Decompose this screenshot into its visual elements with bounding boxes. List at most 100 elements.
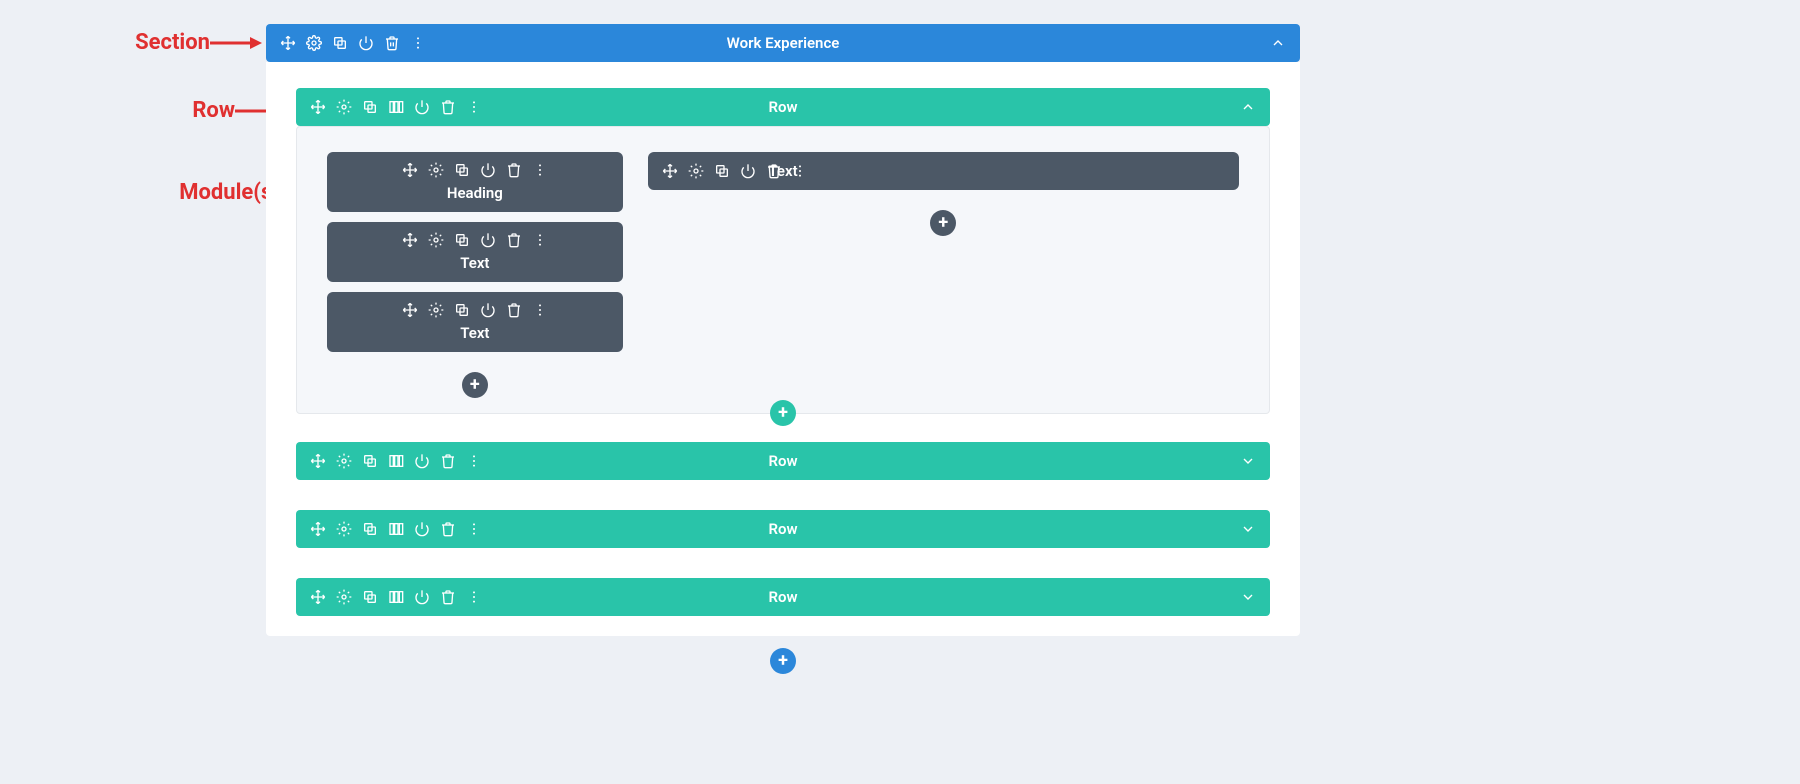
- power-icon[interactable]: [480, 302, 496, 318]
- chevron-down-icon[interactable]: [1240, 521, 1256, 537]
- move-icon[interactable]: [310, 453, 326, 469]
- add-section-button[interactable]: +: [770, 648, 796, 674]
- gear-icon[interactable]: [688, 163, 704, 179]
- more-icon[interactable]: [532, 232, 548, 248]
- module-text[interactable]: Text: [327, 222, 623, 282]
- power-icon[interactable]: [480, 162, 496, 178]
- power-icon[interactable]: [414, 453, 430, 469]
- duplicate-icon[interactable]: [454, 302, 470, 318]
- plus-icon: +: [778, 404, 788, 422]
- move-icon[interactable]: [402, 232, 418, 248]
- duplicate-icon[interactable]: [454, 162, 470, 178]
- module-text[interactable]: Text: [327, 292, 623, 352]
- section-toolbar: [280, 35, 426, 51]
- move-icon[interactable]: [310, 589, 326, 605]
- trash-icon[interactable]: [384, 35, 400, 51]
- row-title: Row: [768, 520, 797, 538]
- more-icon[interactable]: [532, 302, 548, 318]
- row-toolbar: [310, 521, 482, 537]
- annotation-modules: Module(s): [100, 180, 280, 205]
- add-row-wrap: +: [296, 400, 1270, 426]
- move-icon[interactable]: [280, 35, 296, 51]
- row-header[interactable]: Row: [296, 88, 1270, 126]
- section-header[interactable]: Work Experience: [266, 24, 1300, 62]
- annotation-row: Row: [100, 98, 235, 123]
- duplicate-icon[interactable]: [362, 453, 378, 469]
- duplicate-icon[interactable]: [454, 232, 470, 248]
- power-icon[interactable]: [414, 99, 430, 115]
- module-toolbar: [402, 232, 548, 248]
- gear-icon[interactable]: [336, 99, 352, 115]
- move-icon[interactable]: [310, 99, 326, 115]
- duplicate-icon[interactable]: [362, 589, 378, 605]
- gear-icon[interactable]: [428, 232, 444, 248]
- module-heading[interactable]: Heading: [327, 152, 623, 212]
- add-module-button[interactable]: +: [462, 372, 488, 398]
- module-toolbar: [402, 302, 548, 318]
- trash-icon[interactable]: [440, 521, 456, 537]
- chevron-up-icon[interactable]: [1270, 35, 1286, 51]
- power-icon[interactable]: [414, 589, 430, 605]
- trash-icon[interactable]: [506, 302, 522, 318]
- add-module-button[interactable]: +: [930, 210, 956, 236]
- module-toolbar: [402, 162, 548, 178]
- power-icon[interactable]: [740, 163, 756, 179]
- move-icon[interactable]: [662, 163, 678, 179]
- module-text[interactable]: Text: [648, 152, 1239, 190]
- more-icon[interactable]: [466, 453, 482, 469]
- module-label: Text: [460, 324, 489, 342]
- collapsed-rows-group: Row Row: [296, 442, 1270, 616]
- power-icon[interactable]: [480, 232, 496, 248]
- add-row-button[interactable]: +: [770, 400, 796, 426]
- plus-icon: +: [470, 376, 480, 394]
- gear-icon[interactable]: [428, 302, 444, 318]
- gear-icon[interactable]: [306, 35, 322, 51]
- row-block-1: Row Heading: [296, 88, 1270, 412]
- annotation-modules-label: Module(s): [179, 180, 280, 205]
- trash-icon[interactable]: [506, 232, 522, 248]
- plus-icon: +: [938, 214, 948, 232]
- columns-icon[interactable]: [388, 521, 404, 537]
- more-icon[interactable]: [466, 521, 482, 537]
- row-header[interactable]: Row: [296, 442, 1270, 480]
- module-label: Heading: [447, 184, 503, 202]
- trash-icon[interactable]: [440, 99, 456, 115]
- columns-icon[interactable]: [388, 453, 404, 469]
- columns-icon[interactable]: [388, 589, 404, 605]
- move-icon[interactable]: [402, 162, 418, 178]
- more-icon[interactable]: [466, 99, 482, 115]
- gear-icon[interactable]: [336, 589, 352, 605]
- section-body: Row Heading: [266, 62, 1300, 636]
- move-icon[interactable]: [402, 302, 418, 318]
- duplicate-icon[interactable]: [362, 521, 378, 537]
- arrow-icon: [210, 33, 262, 53]
- page-builder: Work Experience Row: [266, 24, 1300, 674]
- trash-icon[interactable]: [440, 453, 456, 469]
- gear-icon[interactable]: [428, 162, 444, 178]
- trash-icon[interactable]: [440, 589, 456, 605]
- row-title: Row: [768, 588, 797, 606]
- more-icon[interactable]: [532, 162, 548, 178]
- trash-icon[interactable]: [506, 162, 522, 178]
- column-2: Text +: [648, 152, 1239, 398]
- gear-icon[interactable]: [336, 453, 352, 469]
- row-body: Heading Text: [296, 126, 1270, 414]
- duplicate-icon[interactable]: [714, 163, 730, 179]
- duplicate-icon[interactable]: [362, 99, 378, 115]
- chevron-up-icon[interactable]: [1240, 99, 1256, 115]
- row-header[interactable]: Row: [296, 510, 1270, 548]
- chevron-down-icon[interactable]: [1240, 453, 1256, 469]
- module-label: Text: [460, 254, 489, 272]
- duplicate-icon[interactable]: [332, 35, 348, 51]
- more-icon[interactable]: [466, 589, 482, 605]
- annotation-section: Section: [20, 30, 210, 55]
- section-title: Work Experience: [727, 34, 840, 52]
- power-icon[interactable]: [414, 521, 430, 537]
- row-header[interactable]: Row: [296, 578, 1270, 616]
- columns-icon[interactable]: [388, 99, 404, 115]
- chevron-down-icon[interactable]: [1240, 589, 1256, 605]
- move-icon[interactable]: [310, 521, 326, 537]
- more-icon[interactable]: [410, 35, 426, 51]
- gear-icon[interactable]: [336, 521, 352, 537]
- power-icon[interactable]: [358, 35, 374, 51]
